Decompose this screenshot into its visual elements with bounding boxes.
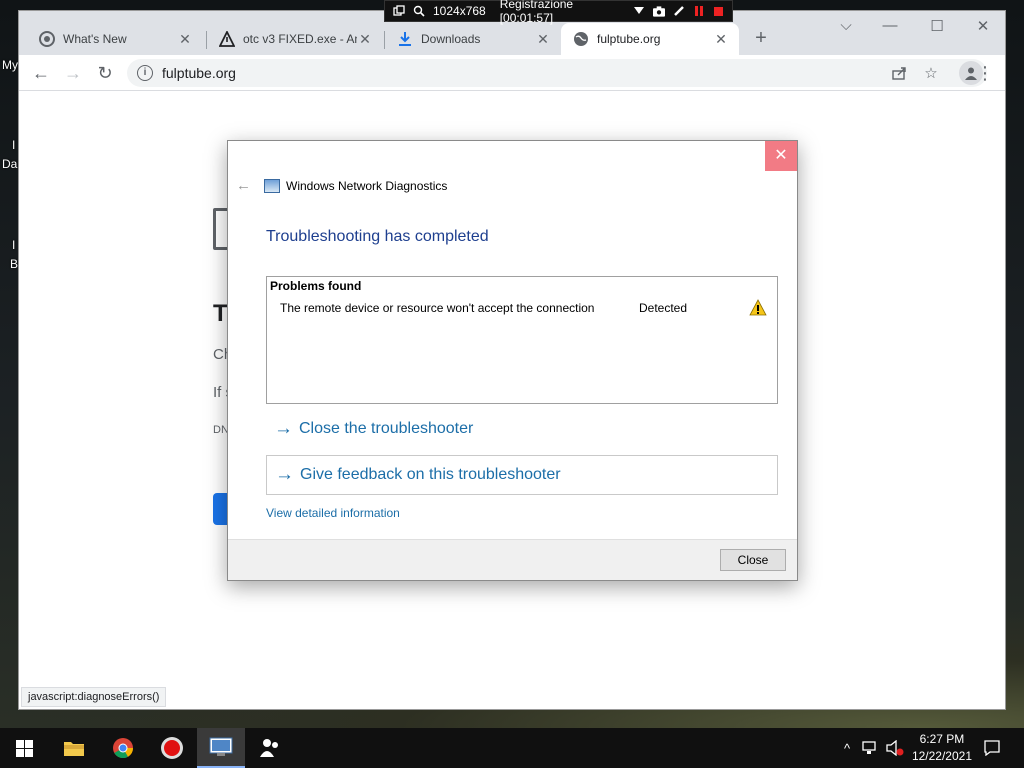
- warning-icon: [749, 299, 767, 316]
- bookmark-star-icon[interactable]: ☆: [917, 59, 945, 87]
- url-text: fulptube.org: [162, 65, 236, 81]
- pause-icon[interactable]: [693, 5, 705, 17]
- tab-otc-download[interactable]: otc v3 FIXED.exe - An ✕: [207, 23, 383, 55]
- recorder-taskbar-button[interactable]: [148, 728, 196, 768]
- recording-resolution: 1024x768: [433, 4, 486, 18]
- dialog-footer: Close: [228, 539, 797, 580]
- clock-date: 12/22/2021: [911, 749, 972, 763]
- forward-icon[interactable]: →: [63, 63, 83, 83]
- site-info-icon[interactable]: i: [137, 65, 153, 81]
- dialog-close-x-button[interactable]: ✕: [765, 141, 797, 171]
- file-explorer-button[interactable]: [50, 728, 98, 768]
- browser-toolbar: ← → ↻ i fulptube.org ☆ ⋮: [19, 55, 1005, 91]
- network-diagnostics-taskbar-button[interactable]: [197, 728, 245, 768]
- give-feedback-link[interactable]: → Give feedback on this troubleshooter: [266, 455, 778, 495]
- window-close-button[interactable]: ✕: [968, 17, 998, 35]
- close-button[interactable]: Close: [720, 549, 786, 571]
- close-troubleshooter-label: Close the troubleshooter: [299, 420, 474, 437]
- tab-whats-new[interactable]: What's New ✕: [27, 23, 203, 55]
- tab-title: Downloads: [421, 32, 481, 46]
- desktop-icon-label[interactable]: I: [12, 238, 15, 252]
- desktop-icon-label[interactable]: Da: [2, 157, 17, 171]
- desktop-icon-label[interactable]: I: [12, 138, 15, 152]
- close-troubleshooter-link[interactable]: → Close the troubleshooter: [266, 409, 778, 449]
- record-icon: [161, 737, 183, 759]
- taskbar-clock[interactable]: 6:27 PM 12/22/2021: [912, 731, 972, 765]
- reload-icon[interactable]: ↻: [95, 63, 115, 83]
- camera-icon[interactable]: [652, 5, 665, 17]
- folder-icon: [64, 742, 84, 756]
- tab-title: What's New: [63, 32, 127, 46]
- stop-icon[interactable]: [712, 5, 724, 17]
- start-button[interactable]: [0, 728, 48, 768]
- minimize-button[interactable]: —: [875, 17, 905, 34]
- tab-title: fulptube.org: [597, 32, 661, 46]
- close-icon[interactable]: ✕: [713, 31, 729, 48]
- dropdown-triangle-icon[interactable]: [633, 5, 645, 17]
- network-diagnostics-icon: [209, 737, 233, 756]
- network-tray-icon[interactable]: [860, 728, 882, 768]
- show-hidden-icons-chevron[interactable]: ^: [838, 728, 856, 768]
- back-icon[interactable]: ←: [31, 63, 51, 83]
- tab-search-chevron-icon[interactable]: ⌵: [831, 17, 861, 34]
- windows-taskbar: ^ 6:27 PM 12/22/2021: [0, 728, 1024, 768]
- people-icon: [260, 739, 278, 757]
- recording-status: Registrazione [00:01:57]: [499, 0, 574, 25]
- close-icon[interactable]: ✕: [535, 31, 551, 48]
- screen-recorder-bar: 1024x768 Registrazione [00:01:57]: [384, 0, 733, 25]
- maximize-button[interactable]: ☐: [922, 17, 952, 35]
- download-icon: [397, 31, 413, 47]
- action-center-icon[interactable]: [978, 728, 1006, 768]
- problem-status: Detected: [639, 301, 688, 315]
- warning-icon: [219, 31, 235, 47]
- chrome-taskbar-button[interactable]: [99, 728, 147, 768]
- windows-logo-icon: [15, 739, 33, 757]
- close-icon[interactable]: ✕: [357, 31, 373, 48]
- clock-time: 6:27 PM: [919, 732, 965, 746]
- chrome-icon: [113, 738, 134, 759]
- network-diagnostics-icon: [264, 179, 280, 193]
- error-heading: T: [213, 300, 228, 327]
- desktop-icon-label[interactable]: B: [10, 257, 18, 271]
- problems-header: Problems found: [270, 279, 362, 293]
- view-detailed-information-link[interactable]: View detailed information: [266, 506, 400, 520]
- new-tab-button[interactable]: +: [749, 27, 773, 49]
- dialog-app-title: Windows Network Diagnostics: [286, 179, 448, 193]
- give-feedback-label: Give feedback on this troubleshooter: [300, 466, 561, 483]
- people-taskbar-button[interactable]: [246, 728, 294, 768]
- status-bubble: javascript:diagnoseErrors(): [21, 687, 167, 707]
- arrow-right-icon: →: [275, 464, 294, 485]
- volume-muted-icon[interactable]: [884, 728, 906, 768]
- menu-kebab-icon[interactable]: ⋮: [975, 63, 995, 83]
- window-mode-icon[interactable]: [393, 5, 405, 17]
- tab-title: otc v3 FIXED.exe - An: [243, 32, 357, 46]
- back-arrow-icon[interactable]: ←: [236, 177, 251, 194]
- globe-icon: [573, 31, 589, 47]
- network-diagnostics-dialog: ✕ ← Windows Network Diagnostics Troubles…: [227, 140, 798, 581]
- problems-found-panel: Problems found The remote device or reso…: [266, 276, 778, 404]
- problem-description: The remote device or resource won't acce…: [280, 301, 595, 315]
- close-icon[interactable]: ✕: [177, 31, 193, 48]
- address-bar[interactable]: i fulptube.org ☆: [127, 59, 987, 87]
- chrome-icon: [39, 31, 55, 47]
- share-icon[interactable]: [885, 59, 913, 87]
- tab-downloads[interactable]: Downloads ✕: [385, 23, 561, 55]
- desktop-icon-label[interactable]: My: [2, 58, 18, 72]
- zoom-icon[interactable]: [413, 5, 425, 17]
- dialog-heading: Troubleshooting has completed: [266, 228, 489, 245]
- arrow-right-icon: →: [274, 418, 293, 439]
- tab-fulptube[interactable]: fulptube.org ✕: [561, 23, 739, 55]
- pencil-icon[interactable]: [673, 5, 685, 17]
